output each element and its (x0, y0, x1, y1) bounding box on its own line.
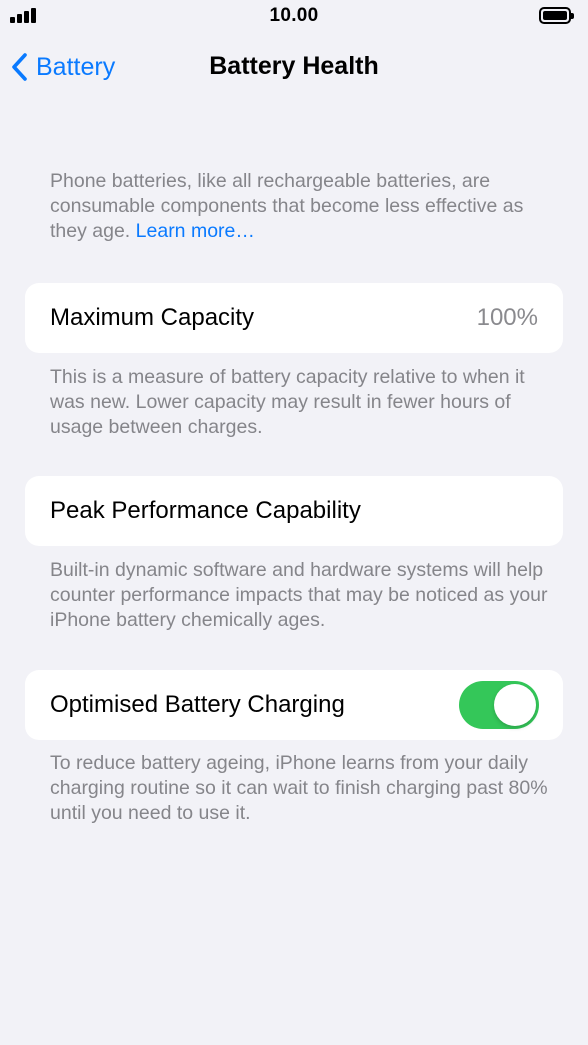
optimised-charging-toggle[interactable] (459, 681, 539, 729)
maximum-capacity-value: 100% (476, 304, 538, 331)
status-bar: 10.00 (0, 0, 588, 34)
optimised-charging-footer: To reduce battery ageing, iPhone learns … (50, 752, 548, 824)
status-time: 10.00 (269, 5, 319, 26)
intro-text: Phone batteries, like all rechargeable b… (50, 170, 524, 242)
peak-performance-label: Peak Performance Capability (50, 497, 361, 524)
optimised-charging-label: Optimised Battery Charging (50, 691, 345, 718)
battery-level-fill (543, 11, 567, 20)
learn-more-link[interactable]: Learn more… (136, 220, 255, 242)
optimised-charging-cell: Optimised Battery Charging (25, 670, 563, 740)
peak-performance-footer: Built-in dynamic software and hardware s… (50, 559, 548, 631)
navigation-bar: Battery Battery Health (0, 40, 588, 94)
intro-description: Phone batteries, like all rechargeable b… (50, 169, 560, 244)
maximum-capacity-footer: This is a measure of battery capacity re… (50, 366, 525, 438)
page-title: Battery Health (209, 52, 379, 80)
peak-performance-cell: Peak Performance Capability (25, 476, 563, 546)
toggle-knob (494, 684, 536, 726)
maximum-capacity-cell: Maximum Capacity 100% (25, 283, 563, 353)
battery-full-icon (539, 7, 574, 24)
maximum-capacity-label: Maximum Capacity (50, 304, 255, 331)
